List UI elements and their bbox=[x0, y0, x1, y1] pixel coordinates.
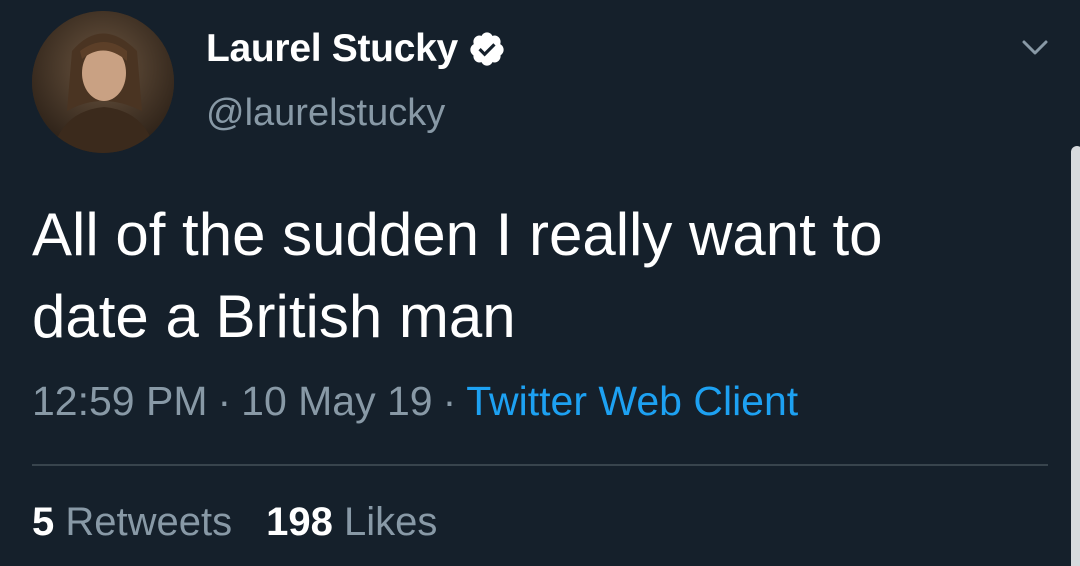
divider bbox=[32, 464, 1048, 466]
avatar-photo bbox=[32, 11, 174, 153]
retweets-stat[interactable]: 5 Retweets bbox=[32, 500, 232, 544]
verified-badge-icon bbox=[470, 32, 504, 66]
tweet-text-line-2: date a British man bbox=[32, 283, 516, 350]
likes-count: 198 bbox=[266, 500, 333, 544]
meta-separator-2: · bbox=[442, 378, 457, 424]
retweets-count: 5 bbox=[32, 500, 55, 544]
display-name[interactable]: Laurel Stucky bbox=[206, 27, 458, 71]
meta-separator: · bbox=[217, 378, 232, 424]
scrollbar[interactable] bbox=[1071, 146, 1080, 566]
tweet-date[interactable]: 10 May 19 bbox=[241, 378, 432, 424]
tweet-time[interactable]: 12:59 PM bbox=[32, 378, 208, 424]
chevron-down-icon[interactable] bbox=[1016, 34, 1054, 62]
tweet-stats: 5 Retweets 198 Likes bbox=[32, 500, 437, 545]
tweet-text-line-1: All of the sudden I really want to bbox=[32, 201, 883, 268]
retweets-label: Retweets bbox=[65, 500, 233, 544]
avatar[interactable] bbox=[32, 11, 174, 153]
tweet-detail: Laurel Stucky @laurelstucky All of the s… bbox=[0, 0, 1080, 566]
tweet-text: All of the sudden I really want to date … bbox=[32, 194, 1032, 358]
likes-stat[interactable]: 198 Likes bbox=[266, 500, 437, 544]
likes-label: Likes bbox=[344, 500, 438, 544]
tweet-meta: 12:59 PM · 10 May 19 · Twitter Web Client bbox=[32, 378, 798, 425]
author-name-row[interactable]: Laurel Stucky bbox=[206, 24, 506, 74]
tweet-client-link[interactable]: Twitter Web Client bbox=[466, 378, 798, 424]
user-handle[interactable]: @laurelstucky bbox=[206, 92, 445, 135]
